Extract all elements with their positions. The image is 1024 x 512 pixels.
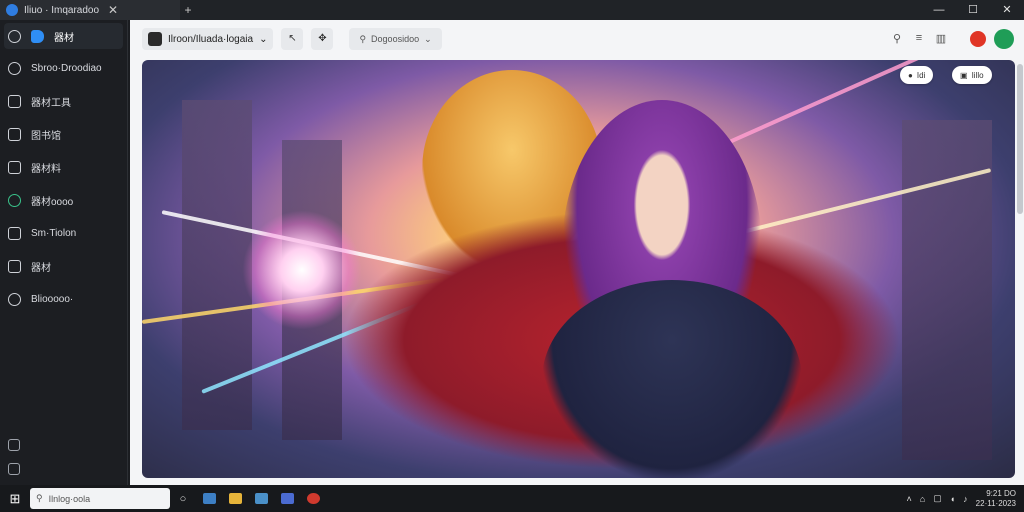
- sidebar-item-home[interactable]: 器材: [4, 23, 123, 49]
- sidebar-item-label: Sbroo·Droodiao: [31, 63, 102, 74]
- scrollbar-thumb[interactable]: [1017, 64, 1023, 214]
- start-button[interactable]: ⊞: [0, 491, 30, 507]
- bookmark-icon: [31, 29, 44, 43]
- image-viewer[interactable]: ● Idi ▣ Iillo: [142, 60, 1015, 478]
- list-icon[interactable]: ≡: [912, 32, 926, 46]
- toolbar: Ilroon/Iluada·logaia ⌄ ↖ ✥ ⚲ Dogoosidoo …: [130, 20, 1024, 58]
- library-icon: [8, 128, 21, 141]
- record-button[interactable]: [970, 31, 986, 47]
- sidebar-item-label: 器材: [31, 263, 51, 274]
- viewer-chip-label: Iillo: [971, 70, 984, 80]
- sidebar-item-5[interactable]: 器材oooo: [0, 184, 127, 217]
- clipboard-icon: [8, 227, 21, 240]
- chevron-down-icon: ⌄: [424, 33, 432, 44]
- sidebar-item-label: 器材oooo: [31, 197, 74, 208]
- help-icon[interactable]: [8, 439, 20, 451]
- taskbar-app-browser[interactable]: [300, 489, 326, 509]
- minimize-button[interactable]: —: [922, 0, 956, 20]
- back-icon[interactable]: [8, 29, 21, 43]
- browser-tab[interactable]: Iliuo · Imqaradoo ✕: [0, 0, 180, 20]
- sidebar-item-label: 器材工具: [31, 98, 71, 109]
- clock[interactable]: 9:21 DO 22·11·2023: [976, 489, 1016, 509]
- chevron-down-icon: ⌄: [259, 33, 268, 45]
- pen-icon: [8, 95, 21, 108]
- system-tray: ˄ ⌂ ▢ ◖ ♪ 9:21 DO 22·11·2023: [907, 489, 1024, 509]
- taskbar-app-desktop[interactable]: [196, 489, 222, 509]
- store-icon: [254, 493, 268, 504]
- sidebar: 器材 Sbroo·Droodiao 器材工具 图书馆 器材料 器材oooo Sm…: [0, 20, 128, 485]
- viewer-chip-left[interactable]: ● Idi: [900, 66, 934, 84]
- glowing-hand: [242, 210, 362, 330]
- sidebar-item-label: Sm·Tiolon: [31, 228, 77, 239]
- sidebar-item-label: 器材料: [31, 164, 61, 175]
- move-tool-button[interactable]: ✥: [311, 28, 334, 50]
- app-logo-icon: [6, 4, 18, 16]
- folder-icon: [228, 493, 242, 504]
- sound-icon[interactable]: ♪: [963, 494, 968, 504]
- taskbar-app-folder[interactable]: [222, 489, 248, 509]
- search-dropdown[interactable]: ⚲ Dogoosidoo ⌄: [349, 28, 442, 50]
- viewer-chip-label: Idi: [916, 70, 926, 80]
- path-label: Ilroon/Iluada·logaia: [168, 33, 254, 45]
- scrollbar[interactable]: [1017, 60, 1023, 478]
- toolbar-actions: ⚲ ≡ ▥: [890, 29, 1024, 49]
- sidebar-item-3[interactable]: 图书馆: [0, 118, 127, 151]
- browser-icon: [306, 493, 320, 504]
- sidebar-item-1[interactable]: Sbroo·Droodiao: [0, 52, 127, 85]
- taskbar-search[interactable]: ⚲ Ilnlog·oola: [30, 488, 170, 509]
- tab-close-icon[interactable]: ✕: [105, 3, 121, 17]
- chat-icon[interactable]: ▢: [933, 493, 942, 504]
- audio-icon: [280, 493, 294, 504]
- tab-label: Iliuo · Imqaradoo: [24, 4, 100, 16]
- taskbar-app-store[interactable]: [248, 489, 274, 509]
- task-view-button[interactable]: ○: [170, 489, 196, 509]
- search-icon[interactable]: ⚲: [890, 32, 904, 46]
- sidebar-footer: [8, 439, 20, 475]
- search-icon: ⚲: [36, 493, 43, 503]
- main-panel: Ilroon/Iluada·logaia ⌄ ↖ ✥ ⚲ Dogoosidoo …: [130, 20, 1024, 485]
- status-icon: [8, 194, 21, 207]
- clock-time: 9:21 DO: [986, 488, 1016, 498]
- sidebar-item-2[interactable]: 器材工具: [0, 85, 127, 118]
- image-icon: ▣: [960, 70, 968, 80]
- close-button[interactable]: ✕: [990, 0, 1024, 20]
- grid-icon[interactable]: [8, 463, 20, 475]
- sidebar-item-label: 器材: [54, 32, 74, 44]
- bag-icon: [8, 260, 21, 273]
- character-outfit: [542, 280, 802, 478]
- info-icon: [8, 293, 21, 306]
- chevron-up-icon[interactable]: ˄: [907, 494, 912, 504]
- share-button[interactable]: [994, 29, 1014, 49]
- sidebar-item-4[interactable]: 器材料: [0, 151, 127, 184]
- sidebar-item-label: 图书馆: [31, 131, 61, 142]
- window-controls: — ☐ ✕: [922, 0, 1024, 20]
- clock-date: 22·11·2023: [975, 498, 1016, 508]
- sidebar-item-8[interactable]: Bliooooo·: [0, 283, 127, 316]
- taskbar-search-placeholder: Ilnlog·oola: [48, 493, 91, 504]
- search-icon: ⚲: [359, 33, 367, 44]
- eye-icon: ●: [908, 70, 913, 80]
- volume-icon[interactable]: ◖: [950, 494, 955, 504]
- sidebar-item-6[interactable]: Sm·Tiolon: [0, 217, 127, 250]
- shield-icon: [148, 32, 162, 46]
- settings-icon: [8, 62, 21, 75]
- sidebar-item-7[interactable]: 器材: [0, 250, 127, 283]
- viewer-chip-right[interactable]: ▣ Iillo: [952, 66, 992, 84]
- cursor-tool-button[interactable]: ↖: [281, 28, 304, 50]
- desktop-icon: [202, 493, 216, 504]
- sidebar-item-label: Bliooooo·: [31, 294, 74, 305]
- network-icon[interactable]: ⌂: [920, 494, 925, 504]
- layout-icon[interactable]: ▥: [934, 32, 948, 46]
- maximize-button[interactable]: ☐: [956, 0, 990, 20]
- path-selector[interactable]: Ilroon/Iluada·logaia ⌄: [142, 28, 274, 50]
- search-label: Dogoosidoo: [371, 34, 420, 44]
- new-tab-button[interactable]: +: [180, 3, 196, 17]
- title-bar: Iliuo · Imqaradoo ✕ + — ☐ ✕: [0, 0, 1024, 20]
- taskbar-app-audio[interactable]: [274, 489, 300, 509]
- taskbar: ⊞ ⚲ Ilnlog·oola ○ ˄ ⌂ ▢ ◖ ♪ 9:21 DO 22·1…: [0, 485, 1024, 512]
- page-icon: [8, 161, 21, 174]
